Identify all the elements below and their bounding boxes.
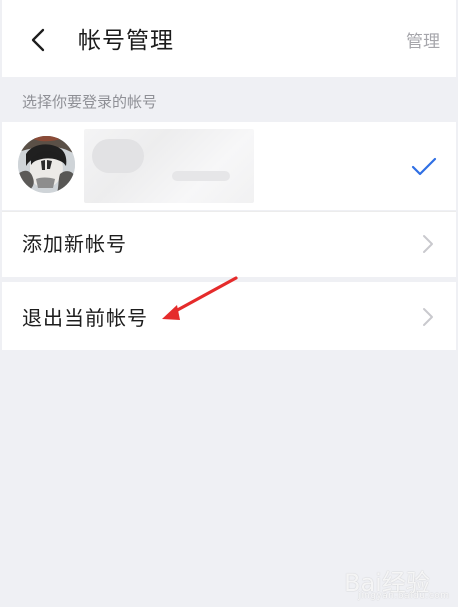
checkmark-icon <box>411 157 437 176</box>
section-label: 选择你要登录的帐号 <box>22 93 158 111</box>
blurred-name <box>92 139 144 173</box>
blurred-id <box>172 171 230 181</box>
chevron-right-icon <box>423 235 433 253</box>
account-info-blurred <box>84 129 254 203</box>
back-arrow-icon <box>31 28 45 52</box>
avatar <box>18 136 75 193</box>
watermark-domain: jingyan.baidu.com <box>358 591 450 601</box>
back-button[interactable] <box>20 22 56 58</box>
app-screen: 帐号管理 管理 选择你要登录的帐号 添加新帐号 退出当前帐号 Bai经验 jin… <box>2 0 456 607</box>
header-bar: 帐号管理 管理 <box>2 0 456 77</box>
add-account-label: 添加新帐号 <box>22 232 127 256</box>
account-row[interactable] <box>2 122 456 210</box>
add-account-row[interactable]: 添加新帐号 <box>2 211 456 277</box>
chevron-right-icon <box>423 308 433 326</box>
manage-button[interactable]: 管理 <box>406 31 440 53</box>
logout-label: 退出当前帐号 <box>22 306 148 330</box>
page-title: 帐号管理 <box>78 28 174 54</box>
avatar-image <box>18 136 75 193</box>
red-annotation-arrow <box>162 276 238 320</box>
watermark: Bai经验 jingyan.baidu.com <box>332 555 449 603</box>
